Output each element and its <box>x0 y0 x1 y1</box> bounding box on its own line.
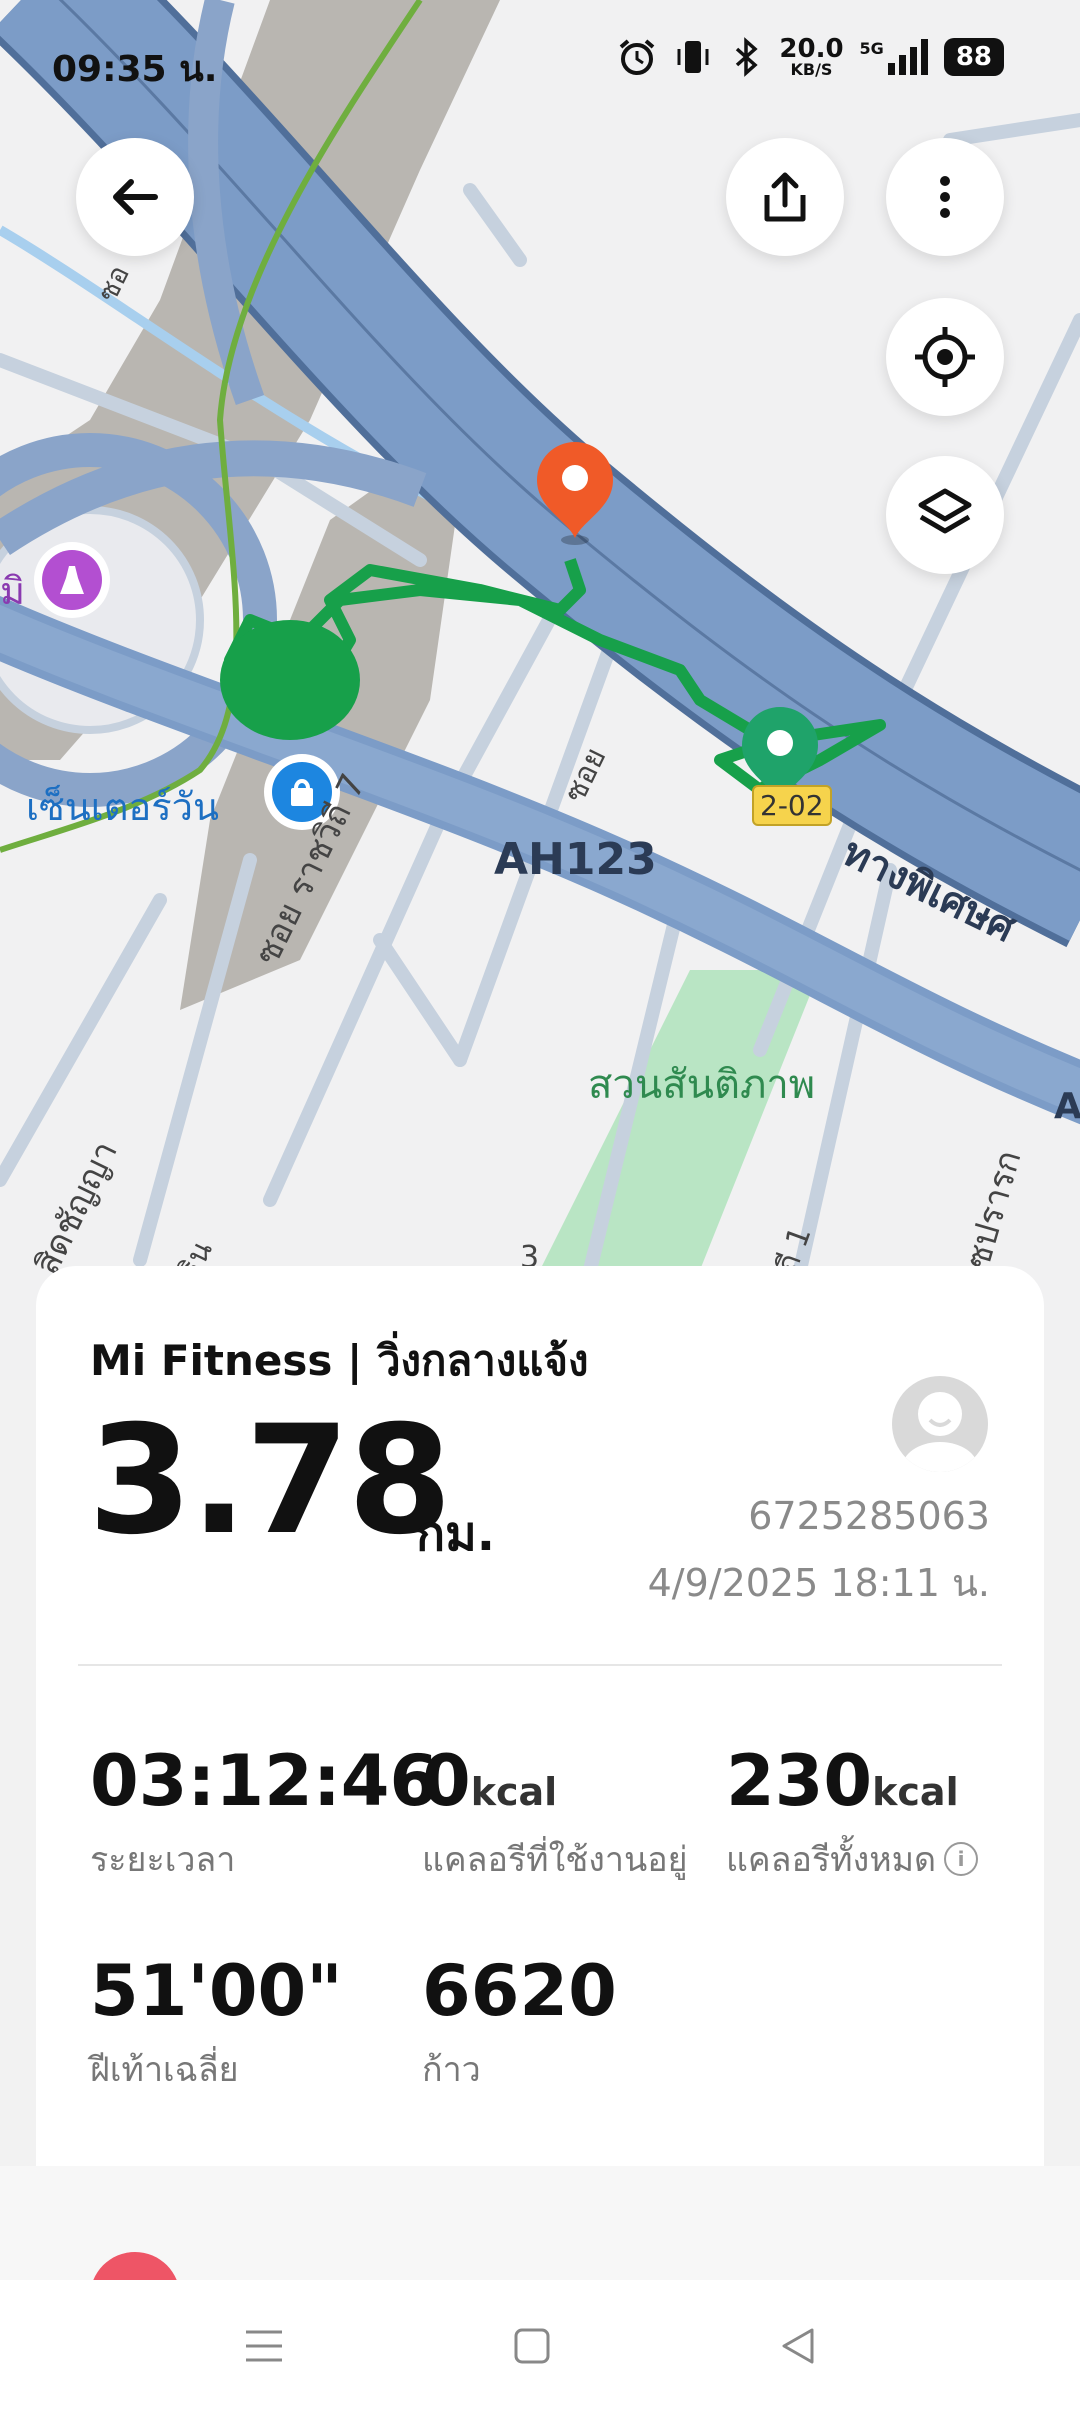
locate-button[interactable] <box>886 298 1004 416</box>
layers-icon <box>918 488 972 534</box>
home-square-icon <box>514 2328 550 2364</box>
battery-icon: 88 <box>943 38 1004 76</box>
battery-level: 88 <box>955 42 992 72</box>
user-id: 6725285063 <box>748 1494 990 1538</box>
back-button[interactable] <box>76 138 194 256</box>
home-button[interactable] <box>502 2316 562 2376</box>
stat-total-calories-unit: kcal <box>872 1770 959 1814</box>
distance-unit: กม. <box>416 1506 495 1562</box>
distance-value: 3.78 <box>88 1394 452 1568</box>
network-type: 5G <box>859 39 884 58</box>
road-label-corner: A <box>1054 1086 1080 1127</box>
stat-steps-value: 6620 <box>422 1950 617 2032</box>
share-button[interactable] <box>726 138 844 256</box>
status-icons: 20.0 KB/S 5G 88 <box>617 36 1004 78</box>
more-vert-icon <box>940 176 950 218</box>
stat-duration-value: 03:12:46 <box>90 1740 439 1822</box>
status-time: 09:35 น. <box>52 49 218 90</box>
stat-total-calories-value: 230 <box>726 1740 873 1822</box>
stat-active-calories-value: 0 <box>422 1740 471 1822</box>
divider <box>78 1664 1002 1666</box>
workout-summary-card: Mi Fitness | วิ่งกลางแจ้ง 3.78 กม. 67252… <box>36 1266 1044 2166</box>
back-nav-button[interactable] <box>768 2316 828 2376</box>
workout-date: 4/9/2025 18:11 น. <box>647 1561 990 1605</box>
stat-active-calories: 0kcal แคลอรีที่ใช้งานอยู่ <box>422 1746 688 1886</box>
system-nav-bar <box>0 2280 1080 2412</box>
layers-button[interactable] <box>886 456 1004 574</box>
locate-icon <box>915 327 975 387</box>
bluetooth-icon <box>736 37 759 77</box>
place-label-center-one: เซ็นเตอร์วัน <box>26 785 219 829</box>
back-arrow-icon <box>113 179 158 215</box>
route-badge: 2-02 <box>752 785 832 826</box>
route-dense-area <box>220 620 360 740</box>
net-speed: 20.0 KB/S <box>779 36 843 78</box>
stat-duration: 03:12:46 ระยะเวลา <box>90 1746 438 1886</box>
avatar[interactable] <box>892 1376 988 1472</box>
stat-pace-value: 51'00" <box>90 1950 343 2032</box>
menu-icon <box>246 2330 282 2362</box>
stat-steps-label: ก้าว <box>422 2050 481 2090</box>
monument-poi-icon <box>34 542 110 618</box>
vibrate-icon <box>677 41 709 73</box>
stat-active-calories-label: แคลอรีที่ใช้งานอยู่ <box>422 1840 688 1880</box>
info-icon[interactable]: i <box>944 1842 979 1876</box>
menu-button[interactable] <box>234 2316 294 2376</box>
stat-pace: 51'00" ฝีเท้าเฉลี่ย <box>90 1956 343 2096</box>
place-label-victory: มิ <box>0 569 26 613</box>
back-triangle-icon <box>782 2328 814 2364</box>
net-speed-unit: KB/S <box>790 60 833 79</box>
net-speed-value: 20.0 <box>779 34 844 64</box>
5g-signal-icon: 5G <box>860 39 928 75</box>
user-avatar-icon <box>902 1392 978 1472</box>
stat-total-calories-label: แคลอรีทั้งหมด <box>726 1840 937 1880</box>
road-label-ah123: AH123 <box>494 834 657 885</box>
workout-title: Mi Fitness | วิ่งกลางแจ้ง <box>90 1336 589 1385</box>
more-button[interactable] <box>886 138 1004 256</box>
status-bar: 09:35 น. 20.0 KB/S 5G 88 <box>0 0 1080 120</box>
stat-duration-label: ระยะเวลา <box>90 1840 236 1880</box>
stat-active-calories-unit: kcal <box>470 1770 558 1814</box>
stat-steps: 6620 ก้าว <box>422 1956 617 2096</box>
alarm-icon <box>620 39 655 75</box>
stat-pace-label: ฝีเท้าเฉลี่ย <box>90 2050 239 2090</box>
stat-total-calories: 230kcal แคลอรีทั้งหมด i <box>726 1746 979 1886</box>
share-icon <box>764 172 806 222</box>
park-label: สวนสันติภาพ <box>588 1062 816 1108</box>
